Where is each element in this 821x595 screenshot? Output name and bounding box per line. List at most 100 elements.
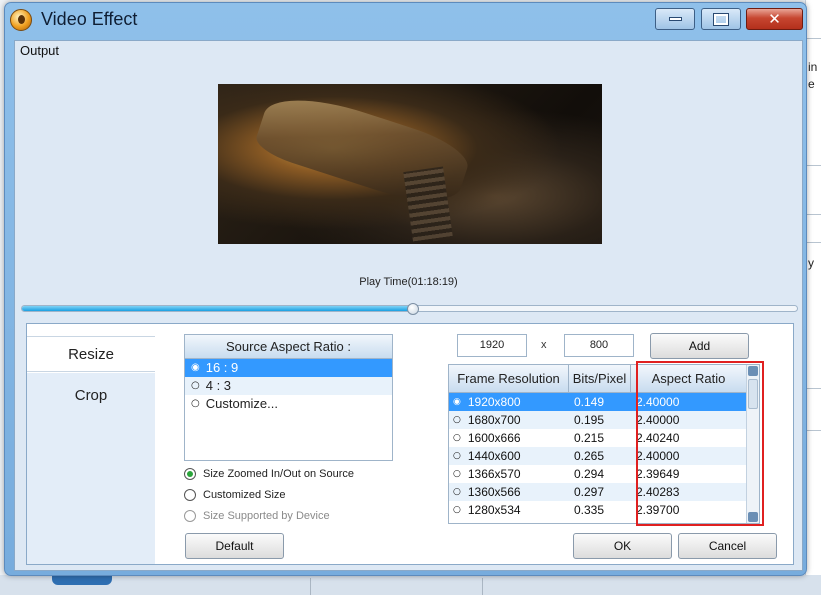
- seek-bar-thumb[interactable]: [407, 303, 420, 315]
- minimize-icon: [668, 17, 682, 21]
- resolution-value: 1680x700: [467, 413, 521, 427]
- video-effect-dialog: Video Effect ✕ Output Play Time(01:18:19…: [4, 2, 807, 576]
- radio-icon: ○: [453, 469, 461, 479]
- window-title: Video Effect: [41, 9, 138, 29]
- resolution-value: 1440x600: [467, 449, 521, 463]
- aspect-ratio-cell: 2.39700: [636, 503, 680, 517]
- bits-pixel-cell: 0.195: [574, 413, 605, 427]
- close-button[interactable]: ✕: [746, 8, 803, 30]
- aspect-option-label: 4 : 3: [205, 378, 232, 393]
- background-tab: [52, 575, 112, 585]
- add-button[interactable]: Add: [650, 333, 749, 359]
- width-input[interactable]: 1920: [457, 334, 527, 357]
- app-logo-icon: [10, 9, 32, 31]
- table-row[interactable]: ○ 1360x566 0.297 2.40283: [449, 483, 759, 501]
- aspect-ratio-cell: 2.40240: [636, 431, 680, 445]
- resolution-table-body: ◉ 1920x800 0.149 2.40000 ○ 1680x700 0.195 2.400…: [449, 393, 759, 519]
- column-header-resolution[interactable]: Frame Resolution: [449, 365, 569, 392]
- minimize-button[interactable]: [655, 8, 695, 30]
- seek-bar-fill: [22, 306, 414, 311]
- column-header-bits-pixel[interactable]: Bits/Pixel: [569, 365, 631, 392]
- aspect-ratio-cell: 2.40283: [636, 485, 680, 499]
- ok-button[interactable]: OK: [573, 533, 672, 559]
- column-header-aspect-ratio[interactable]: Aspect Ratio: [631, 365, 747, 392]
- table-row[interactable]: ○ 1680x700 0.195 2.40000: [449, 411, 759, 429]
- resolution-value: 1280x534: [467, 503, 521, 517]
- resolution-cell: ○ 1280x534: [449, 501, 569, 519]
- table-row[interactable]: ○ 1366x570 0.294 2.39649: [449, 465, 759, 483]
- cancel-button[interactable]: Cancel: [678, 533, 777, 559]
- size-option-label: Customized Size: [203, 489, 286, 501]
- radio-icon: ○: [191, 380, 200, 391]
- size-option: Size Supported by Device: [184, 510, 330, 522]
- background-divider: [806, 430, 821, 431]
- size-option[interactable]: Size Zoomed In/Out on Source: [184, 468, 354, 480]
- aspect-option[interactable]: ◉ 16 : 9: [185, 359, 392, 377]
- resolution-cell: ○ 1440x600: [449, 447, 569, 465]
- resolution-table: Frame Resolution Bits/Pixel Aspect Ratio…: [448, 364, 760, 524]
- height-input[interactable]: 800: [564, 334, 634, 357]
- video-preview: [218, 84, 602, 244]
- radio-icon: ○: [453, 433, 461, 443]
- radio-selected-icon: [184, 468, 196, 480]
- default-button[interactable]: Default: [185, 533, 284, 559]
- background-divider: [482, 578, 483, 595]
- close-icon: ✕: [768, 9, 781, 28]
- aspect-option-label: 16 : 9: [205, 360, 239, 375]
- resolution-cell: ○ 1366x570: [449, 465, 569, 483]
- radio-icon: ○: [453, 505, 461, 515]
- background-text: in: [808, 60, 818, 74]
- background-divider: [310, 578, 311, 595]
- size-option[interactable]: Customized Size: [184, 489, 286, 501]
- aspect-option-label: Customize...: [205, 396, 278, 411]
- aspect-ratio-cell: 2.40000: [636, 413, 680, 427]
- background-divider: [806, 165, 821, 166]
- tab-crop-label: Crop: [74, 387, 108, 404]
- resolution-value: 1360x566: [467, 485, 521, 499]
- table-row[interactable]: ○ 1440x600 0.265 2.40000: [449, 447, 759, 465]
- aspect-ratio-cell: 2.40000: [636, 395, 680, 409]
- play-time-label: Play Time(01:18:19): [359, 276, 458, 288]
- resolution-value: 1366x570: [467, 467, 521, 481]
- resolution-value: 1600x666: [467, 431, 521, 445]
- source-aspect-ratio-header: Source Aspect Ratio :: [185, 335, 392, 359]
- output-label: Output: [20, 43, 60, 58]
- radio-icon: ○: [453, 415, 461, 425]
- background-divider: [806, 388, 821, 389]
- radio-icon: [184, 510, 196, 522]
- resolution-cell: ○ 1600x666: [449, 429, 569, 447]
- bits-pixel-cell: 0.335: [574, 503, 605, 517]
- radio-icon: ○: [453, 451, 461, 461]
- scroll-up-icon[interactable]: [748, 366, 758, 376]
- radio-icon: ○: [191, 398, 200, 409]
- bits-pixel-cell: 0.215: [574, 431, 605, 445]
- table-row[interactable]: ◉ 1920x800 0.149 2.40000: [449, 393, 759, 411]
- table-row[interactable]: ○ 1280x534 0.335 2.39700: [449, 501, 759, 519]
- size-option-label: Size Zoomed In/Out on Source: [203, 468, 355, 480]
- bits-pixel-cell: 0.294: [574, 467, 605, 481]
- resolution-value: 1920x800: [467, 395, 521, 409]
- radio-icon: ○: [453, 487, 461, 497]
- bits-pixel-cell: 0.297: [574, 485, 605, 499]
- dialog-content: Output Play Time(01:18:19) Resize Crop S…: [14, 40, 803, 571]
- background-text: e: [808, 77, 815, 91]
- tab-crop[interactable]: Crop: [27, 373, 155, 564]
- background-bottom-bar: [0, 575, 821, 595]
- aspect-option[interactable]: ○ 4 : 3: [185, 377, 392, 395]
- table-row[interactable]: ○ 1600x666 0.215 2.40240: [449, 429, 759, 447]
- aspect-option[interactable]: ○ Customize...: [185, 395, 392, 413]
- radio-icon: [184, 489, 196, 501]
- settings-panel: Resize Crop Source Aspect Ratio : ◉ 16 : …: [26, 323, 794, 565]
- maximize-button[interactable]: [701, 8, 741, 30]
- scroll-down-icon[interactable]: [748, 512, 758, 522]
- tab-resize[interactable]: Resize: [27, 336, 155, 372]
- resolution-cell: ◉ 1920x800: [449, 393, 569, 411]
- aspect-options: ◉ 16 : 9 ○ 4 : 3 ○ Customize...: [185, 359, 392, 413]
- background-text: y: [808, 256, 814, 270]
- bits-pixel-cell: 0.265: [574, 449, 605, 463]
- table-scrollbar[interactable]: [746, 365, 759, 523]
- dimension-separator: x: [541, 339, 547, 351]
- maximize-icon: [713, 12, 729, 26]
- scrollbar-thumb[interactable]: [748, 379, 758, 409]
- resolution-cell: ○ 1680x700: [449, 411, 569, 429]
